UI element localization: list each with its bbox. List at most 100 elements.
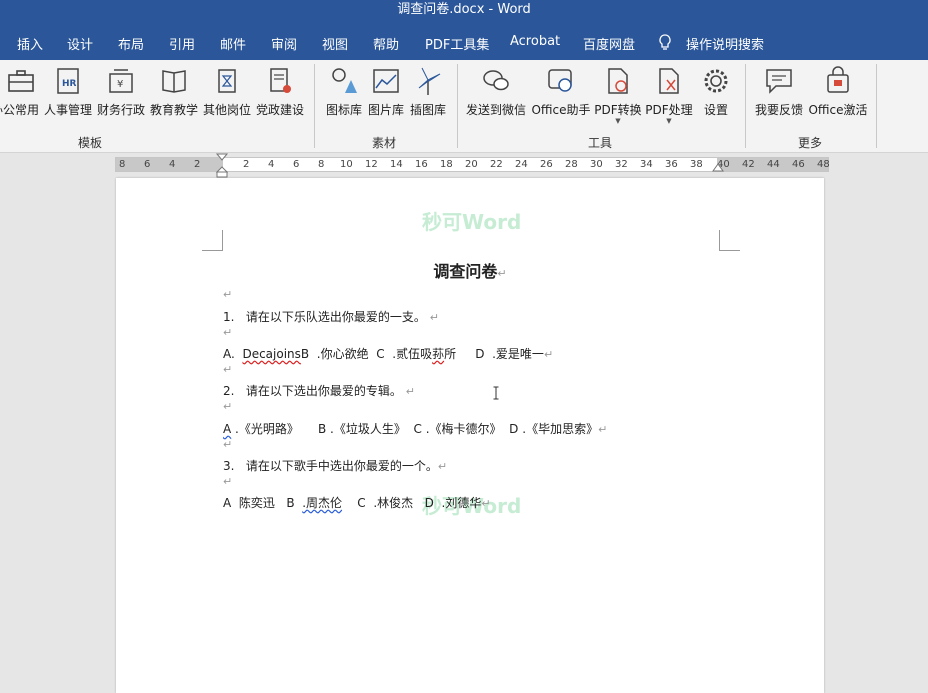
option-letter: A [223,496,232,510]
question-number: 3. [223,459,235,473]
option-text: .刘德华 [441,496,482,510]
ribbon-button-label: 办公常用 [0,103,39,117]
ribbon-feedback-button[interactable]: 我要反馈 [753,64,805,134]
option-text: .《梅卡德尔》 [425,422,502,436]
tab-design[interactable]: 设计 [67,34,93,53]
tab-review[interactable]: 审阅 [271,34,297,53]
ribbon-button-label: 我要反馈 [754,103,803,117]
ribbon-hr-management-button[interactable]: HR 人事管理 [44,64,92,134]
ribbon-button-label: 插图库 [409,103,446,117]
option-text: .周杰伦 [302,496,343,510]
ruler-tick: 48 [817,159,830,170]
text-cursor-icon [493,386,499,400]
pdf-process-icon [659,68,679,94]
option-letter: B [317,422,327,436]
tab-view[interactable]: 视图 [322,34,348,53]
dropdown-caret-icon: ▼ [666,117,672,125]
ribbon-settings-button[interactable]: 设置 [698,64,734,134]
group-separator [745,64,746,148]
paragraph-mark: ↵ [429,311,439,324]
ribbon-finance-admin-button[interactable]: ¥ 财务行政 [96,64,146,134]
group-separator [314,64,315,148]
question-text: 请在以下选出你最爱的专辑。 [245,384,402,398]
ribbon-illustration-library-button[interactable]: 插图库 [408,64,448,134]
ribbon-button-label: Office激活 [808,103,868,117]
ribbon-button-label: 图片库 [367,103,404,117]
ruler-tick: 22 [490,159,503,170]
ribbon-button-label: PDF处理 [645,103,693,117]
ribbon-office-activate-button[interactable]: Office激活 [808,64,868,134]
ruler-tick: 4 [268,159,275,170]
ribbon-button-label: Office助手 [531,103,591,117]
ribbon-party-building-button[interactable]: 党政建设 [256,64,304,134]
option-text: .爱是唯一 [492,347,544,361]
option-text: 荪 [432,347,445,361]
pdf-convert-icon [608,68,628,94]
ribbon-office-assistant-button[interactable]: Office助手 [531,64,591,134]
tab-help[interactable]: 帮助 [373,34,399,53]
tab-pdf-tools[interactable]: PDF工具集 [425,34,489,53]
right-indent-marker-icon[interactable] [712,163,724,173]
empty-paragraph: ↵ [223,363,233,376]
ruler-tick: 38 [690,159,703,170]
ribbon-icon-library-button[interactable]: 图标库 [324,64,364,134]
ribbon-office-common-button[interactable]: 办公常用 [0,64,42,134]
question-2: 2. 请在以下选出你最爱的专辑。 ↵ [223,382,415,399]
ribbon-picture-library-button[interactable]: 图片库 [366,64,406,134]
tab-baidu-netdisk[interactable]: 百度网盘 [583,34,635,53]
ruler-tick: 10 [340,159,353,170]
question-number: 1. [223,310,235,324]
question-text: 请在以下歌手中选出你最爱的一个。 [245,459,438,473]
question-text: 请在以下乐队选出你最爱的一支。 [245,310,426,324]
group-separator [457,64,458,148]
briefcase-icon [8,70,34,92]
crop-mark-right [719,230,740,251]
option-text: .《光明路》 [235,422,299,436]
tab-acrobat[interactable]: Acrobat [510,34,560,49]
question-1-options: A. DecajoinsB .你心欲绝 C .贰伍吸荪所 D .爱是唯一↵ [223,345,553,362]
group-label-templates: 模板 [78,136,103,150]
empty-paragraph: ↵ [223,400,233,413]
empty-paragraph: ↵ [223,438,233,451]
paragraph-mark: ↵ [497,267,507,280]
document-edit-icon [270,68,291,93]
ruler-tick: 8 [318,159,325,170]
indent-markers-icon[interactable] [216,153,228,179]
tab-references[interactable]: 引用 [169,34,195,53]
ribbon-pdf-process-button[interactable]: PDF处理 ▼ [645,64,693,134]
ruler-tick: 28 [565,159,578,170]
option-text: .贰伍吸 [392,347,433,361]
svg-text:HR: HR [62,79,77,89]
picture-icon [373,69,399,93]
paragraph-mark: ↵ [481,497,491,510]
ribbon-education-button[interactable]: 教育教学 [150,64,198,134]
ribbon-send-to-wechat-button[interactable]: 发送到微信 [465,64,527,134]
ribbon-other-positions-button[interactable]: 其他岗位 [202,64,252,134]
watermark-top: 秒可Word [422,210,522,234]
window-title: 调查问卷.docx - Word [397,2,531,17]
question-3-options: A 陈奕迅 B .周杰伦 C .林俊杰 D .刘德华↵ [223,494,491,511]
tab-mailings[interactable]: 邮件 [220,34,246,53]
tab-insert[interactable]: 插入 [17,34,43,53]
ruler-tick: 6 [144,159,151,170]
paragraph-mark: ↵ [405,385,415,398]
wechat-icon [483,70,509,91]
option-text: .林俊杰 [373,496,414,510]
ruler-tick: 2 [194,159,201,170]
ribbon-pdf-convert-button[interactable]: PDF转换 ▼ [594,64,642,134]
ribbon-button-label: 财务行政 [96,103,145,117]
option-text: .《毕加思索》 [522,422,599,436]
lightbulb-icon [659,34,671,50]
tell-me-search[interactable]: 操作说明搜索 [686,34,764,53]
ribbon-button-label: 发送到微信 [465,103,526,117]
open-book-icon [162,70,186,93]
document-page[interactable]: 秒可Word 秒可Word 调查问卷↵ ↵ 1. 请在以下乐队选出你最爱的一支。… [116,178,824,693]
option-letter: C [376,347,385,361]
empty-paragraph: ↵ [223,288,233,301]
option-letter: D [424,496,434,510]
tab-layout[interactable]: 布局 [118,34,144,53]
ruler-tick: 24 [515,159,528,170]
option-letter: C [357,496,366,510]
empty-paragraph: ↵ [223,475,233,488]
gear-icon [704,69,728,93]
